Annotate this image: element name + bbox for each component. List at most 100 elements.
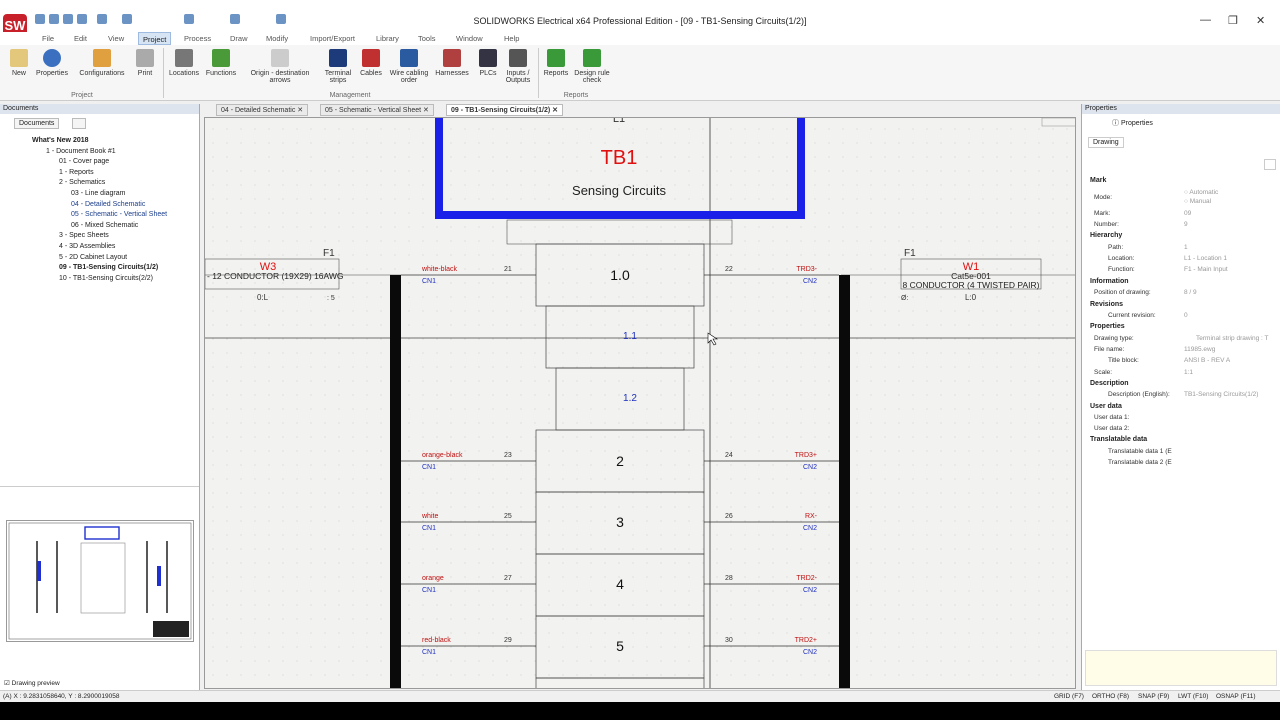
print-button[interactable]: Print: [133, 49, 157, 77]
tree-item-mixed-schematic[interactable]: 06 - Mixed Schematic: [8, 221, 167, 232]
tree-item-cover[interactable]: 01 - Cover page: [8, 157, 167, 168]
tree-item-project[interactable]: What's New 2018: [8, 136, 167, 147]
window-title: SOLIDWORKS Electrical x64 Professional E…: [473, 16, 807, 26]
prop-number-value[interactable]: 9: [1184, 221, 1188, 228]
menu-draw[interactable]: Draw: [226, 32, 252, 45]
group-management-label: Management: [329, 92, 371, 99]
reports-button[interactable]: Reports: [541, 49, 571, 77]
origin-destination-arrows-button[interactable]: Origin - destination arrows: [243, 49, 317, 84]
tree-item-2d-cabinet[interactable]: 5 - 2D Cabinet Layout: [8, 253, 167, 264]
wire-right-label: TRD3+: [795, 452, 817, 459]
drawing-subtab[interactable]: Drawing: [1088, 137, 1124, 148]
menu-library[interactable]: Library: [372, 32, 403, 45]
prop-description-value[interactable]: TB1-Sensing Circuits(1/2): [1184, 391, 1258, 398]
prop-title-block-value[interactable]: ANSI B - REV A: [1184, 357, 1230, 364]
menu-import-export[interactable]: Import/Export: [306, 32, 359, 45]
wire-right-number: 22: [725, 266, 733, 273]
terminal-strips-icon: [329, 49, 347, 67]
prop-user-data-1-label: User data 1:: [1094, 414, 1130, 421]
components-tab-icon[interactable]: [72, 118, 86, 129]
tree-item-schematics[interactable]: 2 - Schematics: [8, 178, 167, 189]
ribbon-separator: [163, 48, 164, 98]
wire-right-cn: CN2: [803, 278, 817, 285]
tree-item-3d-assemblies[interactable]: 4 - 3D Assemblies: [8, 242, 167, 253]
maximize-icon[interactable]: ❐: [1228, 14, 1238, 27]
documents-tab-label: Documents: [19, 120, 55, 127]
menu-modify[interactable]: Modify: [262, 32, 292, 45]
prop-function-label: Function:: [1108, 266, 1135, 273]
prop-mark-value[interactable]: 09: [1184, 210, 1191, 217]
property-help-box: [1085, 650, 1277, 686]
wire-left-number: 25: [504, 513, 512, 520]
menu-file[interactable]: File: [38, 32, 58, 45]
right-cable-bar[interactable]: [839, 275, 850, 689]
design-rule-check-button[interactable]: Design rule check: [573, 49, 611, 84]
grid-background: [205, 118, 1075, 688]
prop-location-value[interactable]: L1 - Location 1: [1184, 255, 1227, 262]
prop-current-revision-value: 0: [1184, 312, 1188, 319]
wire-cabling-order-button[interactable]: Wire cabling order: [386, 49, 432, 84]
terminal-strips-button[interactable]: Terminal strips: [321, 49, 355, 84]
prop-mark-label: Mark:: [1094, 210, 1111, 217]
prop-scale-label: Scale:: [1094, 369, 1113, 376]
section-hierarchy: Hierarchy: [1090, 232, 1123, 239]
menu-process[interactable]: Process: [180, 32, 215, 45]
mode-manual-label: Manual: [1189, 198, 1212, 205]
menu-window[interactable]: Window: [452, 32, 487, 45]
menu-edit[interactable]: Edit: [70, 32, 91, 45]
cables-button[interactable]: Cables: [358, 49, 384, 77]
tree-item-vertical-sheet[interactable]: 05 - Schematic - Vertical Sheet: [8, 210, 167, 221]
locations-button[interactable]: Locations: [166, 49, 202, 77]
minimize-icon[interactable]: —: [1200, 14, 1211, 26]
drawing-canvas[interactable]: L1 TB1 Sensing Circuits W3 F1 - 12 CONDU…: [204, 117, 1076, 689]
drawing-preview: [6, 520, 194, 642]
documents-tab[interactable]: Documents: [14, 118, 60, 129]
prop-mode-manual[interactable]: ○ Manual: [1184, 198, 1211, 205]
wire-right-number: 30: [725, 637, 733, 644]
close-icon[interactable]: ✕: [1256, 14, 1265, 27]
tree-item-line-diagram[interactable]: 03 - Line diagram: [8, 189, 167, 200]
wire-right-number: 26: [725, 513, 733, 520]
wire-cabling-label: Wire cabling order: [389, 70, 429, 84]
tab-vertical-sheet[interactable]: 05 - Schematic - Vertical Sheet ✕: [320, 104, 434, 116]
prop-function-value[interactable]: F1 - Main Input: [1184, 266, 1228, 273]
plcs-button[interactable]: PLCs: [476, 49, 500, 77]
tree-item-book[interactable]: 1 - Document Book #1: [8, 147, 167, 158]
tree-item-tb1-1[interactable]: 09 - TB1-Sensing Circuits(1/2): [8, 263, 167, 274]
top-label: L1: [613, 118, 625, 125]
tab-label: 09 - TB1-Sensing Circuits(1/2): [451, 107, 551, 114]
properties-button[interactable]: Properties: [34, 49, 70, 77]
menu-project[interactable]: Project: [138, 32, 172, 45]
left-cable-bar[interactable]: [390, 275, 401, 689]
tree-item-spec-sheets[interactable]: 3 - Spec Sheets: [8, 231, 167, 242]
prop-mode-automatic[interactable]: ○ Automatic: [1184, 189, 1218, 196]
functions-button[interactable]: Functions: [203, 49, 239, 77]
prop-path-value[interactable]: 1: [1184, 244, 1188, 251]
menu-help[interactable]: Help: [500, 32, 523, 45]
tree-item-detailed-schematic[interactable]: 04 - Detailed Schematic: [8, 200, 167, 211]
cable-w3-pin2: : 5: [327, 295, 335, 302]
properties-tab[interactable]: ⓘ Properties: [1112, 118, 1153, 128]
menu-view[interactable]: View: [104, 32, 128, 45]
tab-tb1-sensing[interactable]: 09 - TB1-Sensing Circuits(1/2) ✕: [446, 104, 564, 116]
drawing-preview-checkbox[interactable]: ☑ Drawing preview: [4, 679, 60, 687]
prop-scale-value[interactable]: 1:1: [1184, 369, 1193, 376]
prop-drawing-type-value[interactable]: Terminal strip drawing : T: [1196, 335, 1278, 342]
wire-right-cn: CN2: [803, 525, 817, 532]
new-button[interactable]: New: [6, 49, 32, 77]
wire-right-label: RX-: [805, 513, 818, 520]
functions-label: Functions: [205, 70, 237, 77]
tab-label: 05 - Schematic - Vertical Sheet: [325, 107, 422, 114]
edit-icon[interactable]: [1264, 159, 1276, 170]
printer-icon: [136, 49, 154, 67]
tree-item-tb1-2[interactable]: 10 - TB1-Sensing Circuits(2/2): [8, 274, 167, 285]
tree-item-reports[interactable]: 1 - Reports: [8, 168, 167, 179]
tab-detailed-schematic[interactable]: 04 - Detailed Schematic ✕: [216, 104, 309, 116]
harnesses-button[interactable]: Harnesses: [433, 49, 471, 77]
configurations-icon: [93, 49, 111, 67]
menu-tools[interactable]: Tools: [414, 32, 440, 45]
cable-w1-pin: L:0: [965, 293, 977, 302]
inputs-outputs-button[interactable]: Inputs / Outputs: [502, 49, 534, 84]
cables-label: Cables: [360, 70, 382, 77]
configurations-button[interactable]: Configurations: [74, 49, 130, 77]
